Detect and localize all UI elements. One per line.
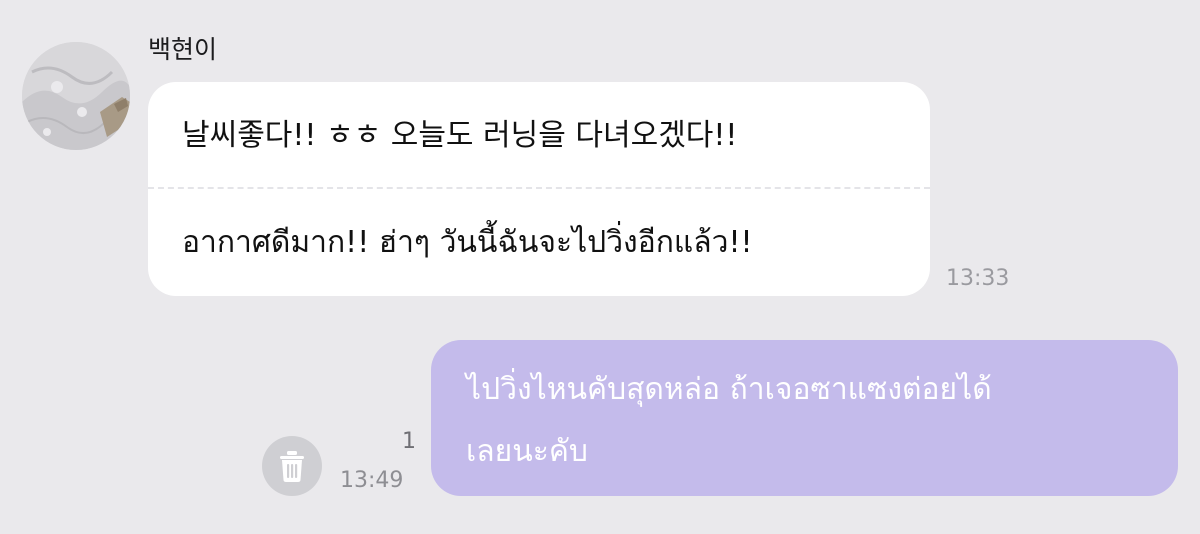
avatar[interactable]	[22, 42, 130, 150]
translation-divider	[148, 187, 930, 189]
incoming-message-translation: อากาศดีมาก!! ฮ่าๆ วันนี้ฉันจะไปวิ่งอีกแล…	[182, 225, 753, 260]
delete-message-button[interactable]	[262, 436, 322, 496]
incoming-message-original: 날씨좋다!! ㅎㅎ 오늘도 러닝을 다녀오겠다!!	[182, 118, 738, 153]
sender-name: 백현이	[148, 35, 218, 64]
outgoing-message-bubble[interactable]: ไปวิ่งไหนคับสุดหล่อ ถ้าเจอซาแซงต่อยได้ เ…	[431, 340, 1178, 496]
avatar-photo	[22, 42, 130, 150]
trash-icon	[280, 451, 304, 482]
unread-count: 1	[402, 429, 416, 454]
outgoing-message-line-2: เลยนะคับ	[466, 434, 588, 469]
incoming-message-bubble[interactable]: 날씨좋다!! ㅎㅎ 오늘도 러닝을 다녀오겠다!! อากาศดีมาก!! ฮ…	[148, 82, 930, 296]
outgoing-message-line-1: ไปวิ่งไหนคับสุดหล่อ ถ้าเจอซาแซงต่อยได้	[466, 372, 992, 407]
incoming-timestamp: 13:33	[946, 266, 1010, 291]
outgoing-timestamp: 13:49	[340, 468, 404, 493]
